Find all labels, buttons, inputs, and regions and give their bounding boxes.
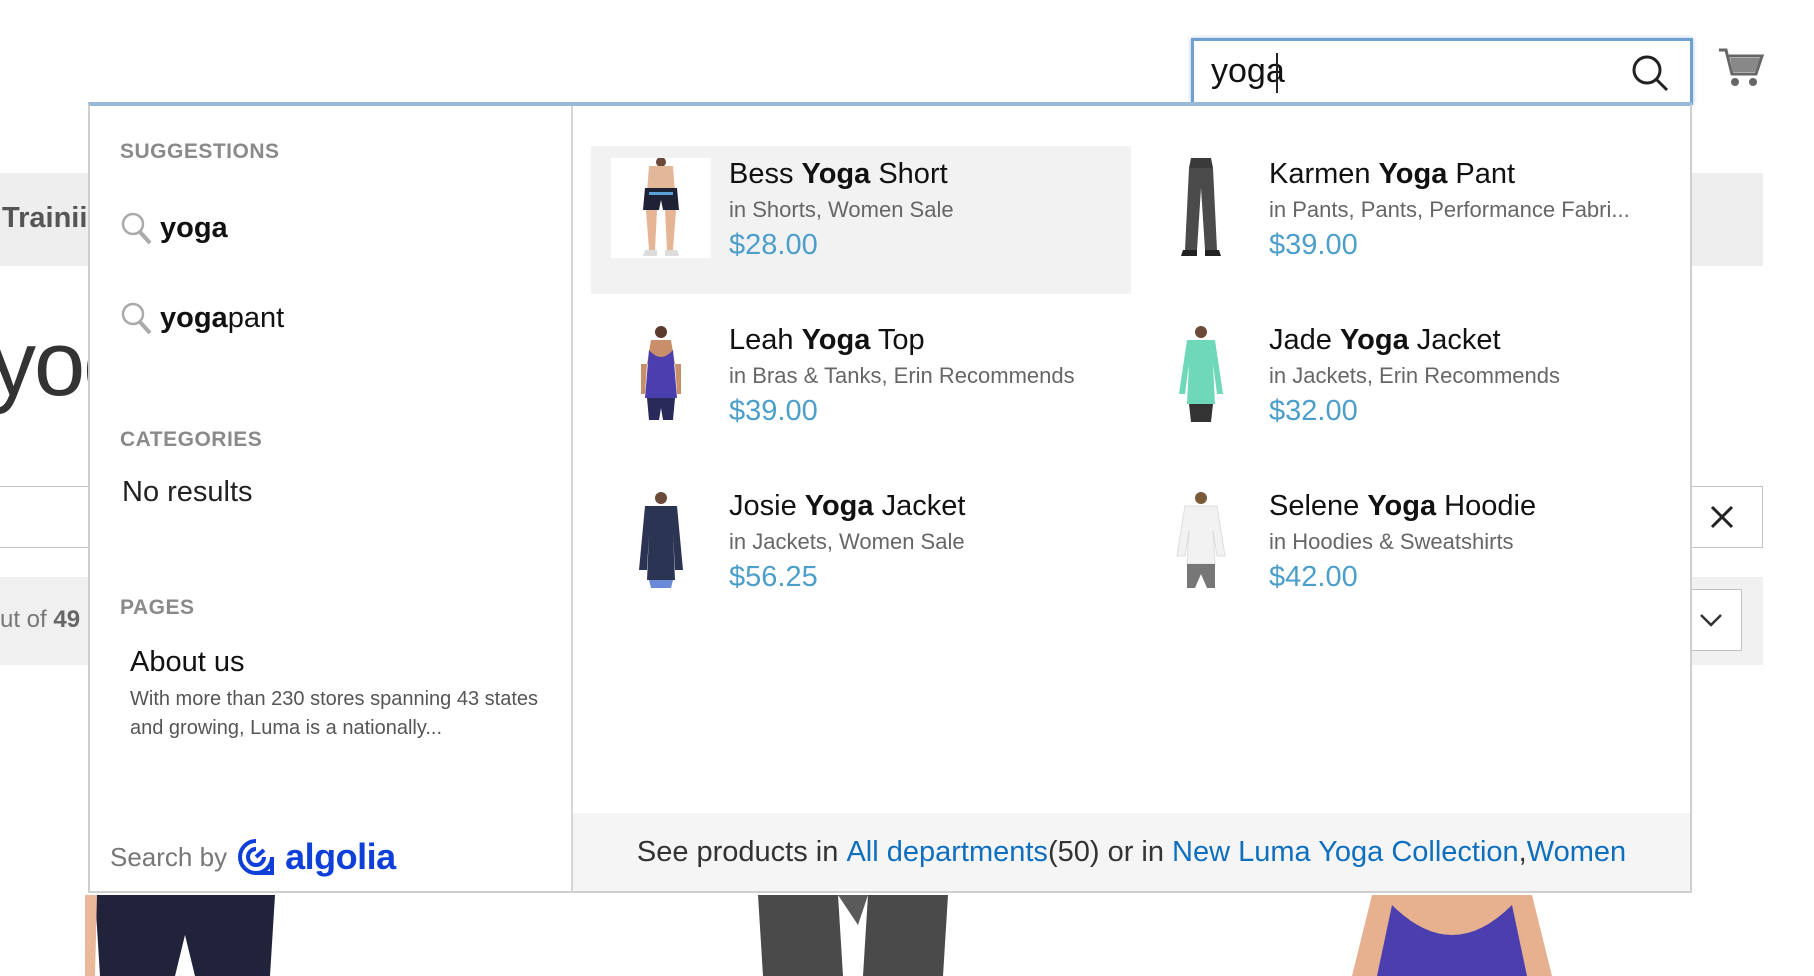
category-link-women[interactable]: Women — [1527, 836, 1626, 869]
page-result[interactable]: About us With more than 230 stores spann… — [130, 646, 550, 743]
search-icon — [120, 301, 152, 335]
product-thumbnail — [611, 490, 711, 590]
product-category: in Jackets, Erin Recommends — [1269, 363, 1560, 389]
product-thumbnail — [611, 324, 711, 424]
product-price: $32.00 — [1269, 395, 1560, 428]
product-image-top[interactable] — [1352, 895, 1552, 976]
algolia-logo[interactable]: algolia — [237, 836, 396, 878]
product-price: $42.00 — [1269, 561, 1536, 594]
footer-count: (50) or in — [1048, 836, 1164, 869]
product-hit[interactable]: Selene Yoga Hoodie in Hoodies & Sweatshi… — [1131, 478, 1671, 626]
product-image-pants[interactable] — [758, 895, 948, 976]
product-name: Josie Yoga Jacket — [729, 490, 965, 523]
clear-filter-button[interactable] — [1680, 486, 1763, 548]
algolia-icon — [237, 838, 275, 876]
algolia-wordmark: algolia — [285, 836, 396, 878]
search-icon[interactable] — [1630, 53, 1670, 93]
product-thumbnail — [1151, 324, 1251, 424]
product-hit[interactable]: Jade Yoga Jacket in Jackets, Erin Recomm… — [1131, 312, 1671, 460]
product-name: Leah Yoga Top — [729, 324, 1075, 357]
footer-separator: , — [1519, 836, 1527, 869]
suggestion-rest: pant — [228, 302, 284, 335]
chevron-down-icon — [1699, 613, 1723, 627]
product-thumbnail — [611, 158, 711, 258]
close-icon — [1709, 504, 1735, 530]
page-result-title: About us — [130, 646, 550, 679]
categories-empty: No results — [122, 476, 253, 509]
product-results: Bess Yoga Short in Shorts, Women Sale $2… — [573, 106, 1690, 891]
autocomplete-dropdown: SUGGESTIONS yoga yoga pant CATEGORIES No… — [88, 102, 1692, 893]
product-hit[interactable]: Bess Yoga Short in Shorts, Women Sale $2… — [591, 146, 1131, 294]
pages-heading: PAGES — [120, 596, 194, 620]
autocomplete-sidebar: SUGGESTIONS yoga yoga pant CATEGORIES No… — [90, 106, 573, 891]
suggestion-item[interactable]: yoga pant — [120, 296, 284, 340]
powered-by: Search by algolia — [110, 836, 396, 878]
all-departments-link[interactable]: All departments — [846, 836, 1048, 869]
product-name: Bess Yoga Short — [729, 158, 954, 191]
result-count: ut of 49 r — [0, 606, 95, 634]
categories-heading: CATEGORIES — [120, 428, 262, 452]
product-category: in Bras & Tanks, Erin Recommends — [729, 363, 1075, 389]
category-link-luma-yoga[interactable]: New Luma Yoga Collection — [1172, 836, 1519, 869]
product-category: in Shorts, Women Sale — [729, 197, 954, 223]
cart-icon[interactable] — [1718, 44, 1764, 90]
product-hit[interactable]: Leah Yoga Top in Bras & Tanks, Erin Reco… — [591, 312, 1131, 460]
product-image-shorts[interactable] — [85, 895, 285, 976]
product-price: $56.25 — [729, 561, 965, 594]
suggestion-match: yoga — [160, 212, 228, 245]
product-category: in Jackets, Women Sale — [729, 529, 965, 555]
search-by-label: Search by — [110, 842, 227, 873]
product-thumbnail — [1151, 158, 1251, 258]
search-input[interactable] — [1211, 51, 1611, 91]
product-name: Selene Yoga Hoodie — [1269, 490, 1536, 523]
product-price: $28.00 — [729, 229, 954, 262]
product-hit[interactable]: Josie Yoga Jacket in Jackets, Women Sale… — [591, 478, 1131, 626]
product-thumbnail — [1151, 490, 1251, 590]
product-hit[interactable]: Karmen Yoga Pant in Pants, Pants, Perfor… — [1131, 146, 1671, 294]
suggestion-item[interactable]: yoga — [120, 206, 228, 250]
product-price: $39.00 — [729, 395, 1075, 428]
nav-item-training[interactable]: Trainii — [2, 202, 87, 235]
product-category: in Hoodies & Sweatshirts — [1269, 529, 1536, 555]
text-caret — [1276, 53, 1278, 93]
suggestion-match: yoga — [160, 302, 228, 335]
product-name: Jade Yoga Jacket — [1269, 324, 1560, 357]
suggestions-heading: SUGGESTIONS — [120, 140, 280, 164]
product-name: Karmen Yoga Pant — [1269, 158, 1630, 191]
product-category: in Pants, Pants, Performance Fabri... — [1269, 197, 1630, 223]
search-box[interactable] — [1191, 38, 1693, 105]
footer-prefix: See products in — [637, 836, 839, 869]
see-all-footer: See products in All departments (50) or … — [573, 813, 1690, 891]
search-icon — [120, 211, 152, 245]
product-price: $39.00 — [1269, 229, 1630, 262]
page-result-description: With more than 230 stores spanning 43 st… — [130, 685, 550, 743]
